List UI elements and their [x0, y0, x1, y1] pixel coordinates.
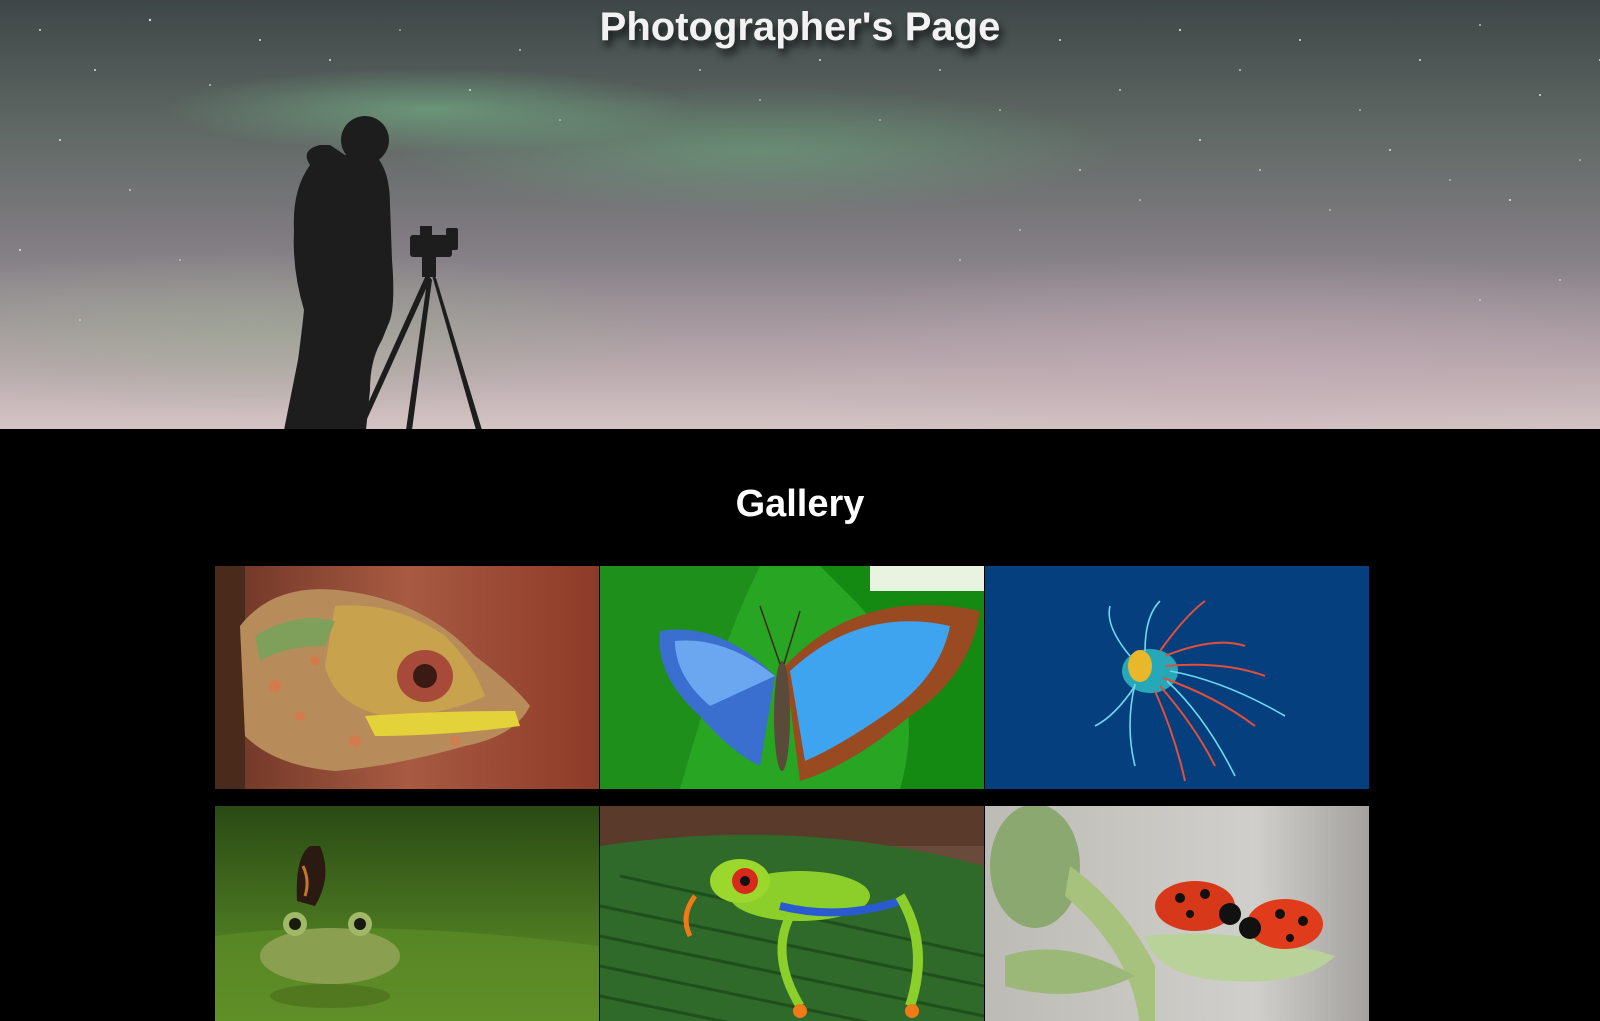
gallery-image-tree-frog[interactable]	[600, 806, 984, 1021]
ladybugs-image	[985, 806, 1369, 1021]
lionfish-image	[985, 566, 1369, 789]
hero-banner: Photographer's Page	[0, 0, 1600, 429]
chameleon-image	[215, 566, 599, 789]
gallery-image-lionfish[interactable]	[985, 566, 1369, 789]
page-title: Photographer's Page	[599, 5, 1001, 49]
gallery-heading: Gallery	[735, 483, 865, 525]
photographer-silhouette-icon	[284, 116, 482, 429]
gallery-image-frog-butterfly[interactable]	[215, 806, 599, 1021]
butterfly-image	[600, 566, 984, 789]
gallery-image-butterfly[interactable]	[600, 566, 984, 789]
gallery-image-chameleon[interactable]	[215, 566, 599, 789]
tree-frog-image	[600, 806, 984, 1021]
gallery-section: Gallery	[0, 429, 1600, 1021]
frog-butterfly-image	[215, 806, 599, 1021]
starry-sky-background	[19, 18, 1600, 321]
gallery-image-ladybugs[interactable]	[985, 806, 1369, 1021]
